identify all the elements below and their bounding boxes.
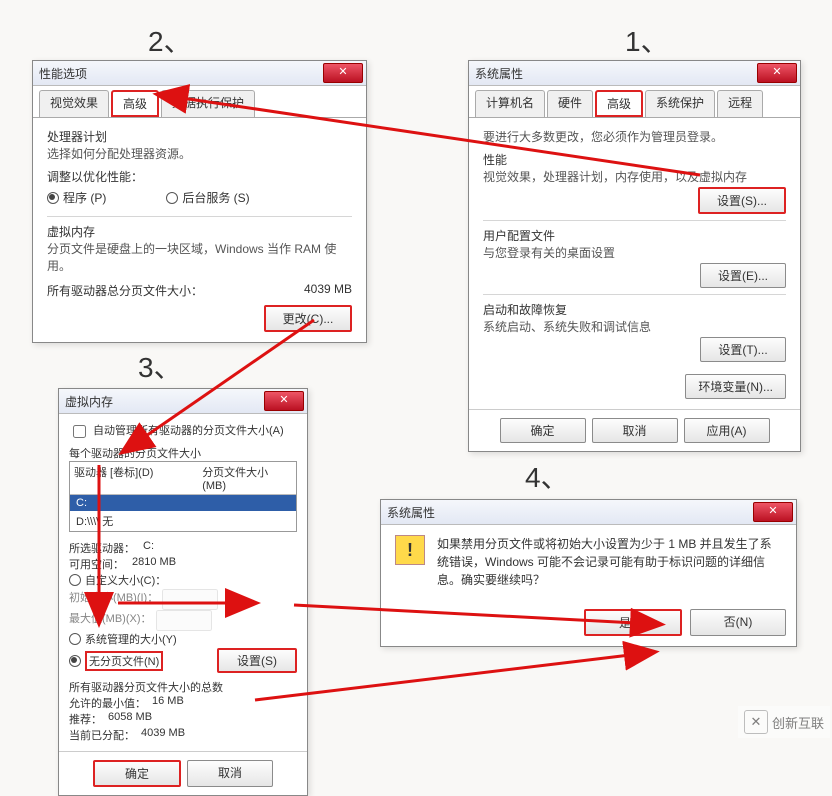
settings-startup-button[interactable]: 设置(T)... (700, 337, 786, 362)
yes-button[interactable]: 是(Y) (584, 609, 682, 636)
drive-list[interactable]: 驱动器 [卷标](D) 分页文件大小 (MB) C: D:\\\\ 无 (69, 461, 297, 532)
perf-desc: 视觉效果，处理器计划，内存使用，以及虚拟内存 (483, 168, 786, 185)
tab-system-protection[interactable]: 系统保护 (645, 90, 715, 117)
vm-total-label: 所有驱动器总分页文件大小： (47, 282, 203, 299)
tab-computer-name[interactable]: 计算机名 (475, 90, 545, 117)
ok-button[interactable]: 确定 (500, 418, 586, 443)
radio-no-paging-file[interactable]: 无分页文件(N) (69, 651, 163, 671)
dialog-virtual-memory: 虚拟内存 ✕ 自动管理所有驱动器的分页文件大小(A) 每个驱动器的分页文件大小 … (58, 388, 308, 796)
tab-advanced[interactable]: 高级 (111, 90, 159, 117)
radio-programs-label: 程序 (P) (63, 189, 106, 206)
confirm-message: 如果禁用分页文件或将初始大小设置为少于 1 MB 并且发生了系统错误，Windo… (437, 535, 782, 589)
user-desc: 与您登录有关的桌面设置 (483, 244, 786, 261)
perf-heading: 性能 (483, 151, 786, 168)
apply-button[interactable]: 应用(A) (684, 418, 770, 443)
free-space-value: 2810 MB (132, 556, 176, 572)
radio-system-managed[interactable]: 系统管理的大小(Y) (69, 631, 177, 647)
change-button[interactable]: 更改(C)... (264, 305, 352, 332)
close-icon[interactable]: ✕ (264, 391, 304, 411)
no-button[interactable]: 否(N) (690, 609, 786, 636)
radio-custom-size[interactable]: 自定义大小(C)： (69, 572, 166, 588)
user-heading: 用户配置文件 (483, 227, 786, 244)
set-button[interactable]: 设置(S) (217, 648, 297, 673)
cur-label: 当前已分配： (69, 727, 135, 743)
tab-advanced[interactable]: 高级 (595, 90, 643, 117)
titlebar: 系统属性 ✕ (381, 500, 796, 525)
watermark: ✕ 创新互联 (738, 706, 830, 738)
col-size: 分页文件大小 (MB) (198, 462, 296, 494)
vm-total-value: 4039 MB (304, 282, 352, 299)
ok-button[interactable]: 确定 (93, 760, 181, 787)
virtual-memory-desc: 分页文件是硬盘上的一块区域，Windows 当作 RAM 使用。 (47, 240, 352, 274)
initial-size-input (162, 589, 218, 610)
watermark-logo-icon: ✕ (744, 710, 768, 734)
titlebar: 性能选项 ✕ (33, 61, 366, 86)
checkbox-auto-manage[interactable]: 自动管理所有驱动器的分页文件大小(A) (69, 422, 297, 441)
min-label: 允许的最小值： (69, 695, 146, 711)
step-1-label: 1、 (625, 20, 669, 60)
settings-user-button[interactable]: 设置(E)... (700, 263, 786, 288)
startup-desc: 系统启动、系统失败和调试信息 (483, 318, 786, 335)
selected-drive-label: 所选驱动器： (69, 540, 135, 556)
selected-drive-value: C: (143, 540, 154, 556)
radio-services[interactable]: 后台服务 (S) (166, 189, 249, 206)
max-size-label: 最大值(MB)(X)： (69, 610, 152, 631)
dialog-title: 性能选项 (39, 65, 87, 82)
tabs: 视觉效果 高级 数据执行保护 (33, 86, 366, 118)
tab-dep[interactable]: 数据执行保护 (161, 90, 255, 117)
dialog-footer: 是(Y) 否(N) (381, 599, 796, 646)
dialog-performance-options: 性能选项 ✕ 视觉效果 高级 数据执行保护 处理器计划 选择如何分配处理器资源。… (32, 60, 367, 343)
env-vars-button[interactable]: 环境变量(N)... (685, 374, 786, 399)
initial-size-label: 初始大小(MB)(I)： (69, 589, 158, 610)
processor-heading: 处理器计划 (47, 128, 352, 145)
admin-note: 要进行大多数更改，您必须作为管理员登录。 (483, 128, 786, 145)
summary-heading: 所有驱动器分页文件大小的总数 (69, 679, 297, 695)
dialog-title: 虚拟内存 (65, 393, 113, 410)
free-space-label: 可用空间： (69, 556, 124, 572)
tab-hardware[interactable]: 硬件 (547, 90, 593, 117)
titlebar: 虚拟内存 ✕ (59, 389, 307, 414)
tab-visual-effects[interactable]: 视觉效果 (39, 90, 109, 117)
drive-row-selected[interactable]: C: (70, 495, 296, 511)
step-3-label: 3、 (138, 346, 182, 386)
tab-remote[interactable]: 远程 (717, 90, 763, 117)
startup-heading: 启动和故障恢复 (483, 301, 786, 318)
close-icon[interactable]: ✕ (323, 63, 363, 83)
per-drive-label: 每个驱动器的分页文件大小 (69, 445, 297, 461)
close-icon[interactable]: ✕ (757, 63, 797, 83)
tabs: 计算机名 硬件 高级 系统保护 远程 (469, 86, 800, 118)
cancel-button[interactable]: 取消 (187, 760, 273, 787)
checkbox-auto-manage-label: 自动管理所有驱动器的分页文件大小(A) (93, 422, 284, 441)
cancel-button[interactable]: 取消 (592, 418, 678, 443)
min-value: 16 MB (152, 695, 184, 711)
radio-no-paging-file-label: 无分页文件(N) (85, 651, 163, 671)
warning-icon: ! (395, 535, 425, 565)
dialog-title: 系统属性 (475, 65, 523, 82)
virtual-memory-heading: 虚拟内存 (47, 223, 352, 240)
rec-value: 6058 MB (108, 711, 152, 727)
rec-label: 推荐： (69, 711, 102, 727)
radio-programs[interactable]: 程序 (P) (47, 189, 106, 206)
adjust-label: 调整以优化性能： (47, 168, 352, 185)
dialog-title: 系统属性 (387, 504, 435, 521)
watermark-text: 创新互联 (772, 713, 824, 732)
max-size-input (156, 610, 212, 631)
radio-system-managed-label: 系统管理的大小(Y) (85, 631, 177, 647)
close-icon[interactable]: ✕ (753, 502, 793, 522)
radio-services-label: 后台服务 (S) (182, 189, 249, 206)
processor-desc: 选择如何分配处理器资源。 (47, 145, 352, 162)
dialog-system-properties: 系统属性 ✕ 计算机名 硬件 高级 系统保护 远程 要进行大多数更改，您必须作为… (468, 60, 801, 452)
col-drive: 驱动器 [卷标](D) (70, 462, 198, 494)
drive-row[interactable]: D:\\\\ 无 (70, 511, 296, 531)
titlebar: 系统属性 ✕ (469, 61, 800, 86)
cur-value: 4039 MB (141, 727, 185, 743)
step-4-label: 4、 (525, 456, 569, 496)
radio-custom-size-label: 自定义大小(C)： (85, 572, 166, 588)
settings-performance-button[interactable]: 设置(S)... (698, 187, 786, 214)
step-2-label: 2、 (148, 20, 192, 60)
checkbox-auto-manage-input[interactable] (73, 425, 86, 438)
dialog-footer: 确定 取消 应用(A) (469, 409, 800, 451)
dialog-footer: 确定 取消 (59, 751, 307, 795)
dialog-confirm: 系统属性 ✕ ! 如果禁用分页文件或将初始大小设置为少于 1 MB 并且发生了系… (380, 499, 797, 647)
